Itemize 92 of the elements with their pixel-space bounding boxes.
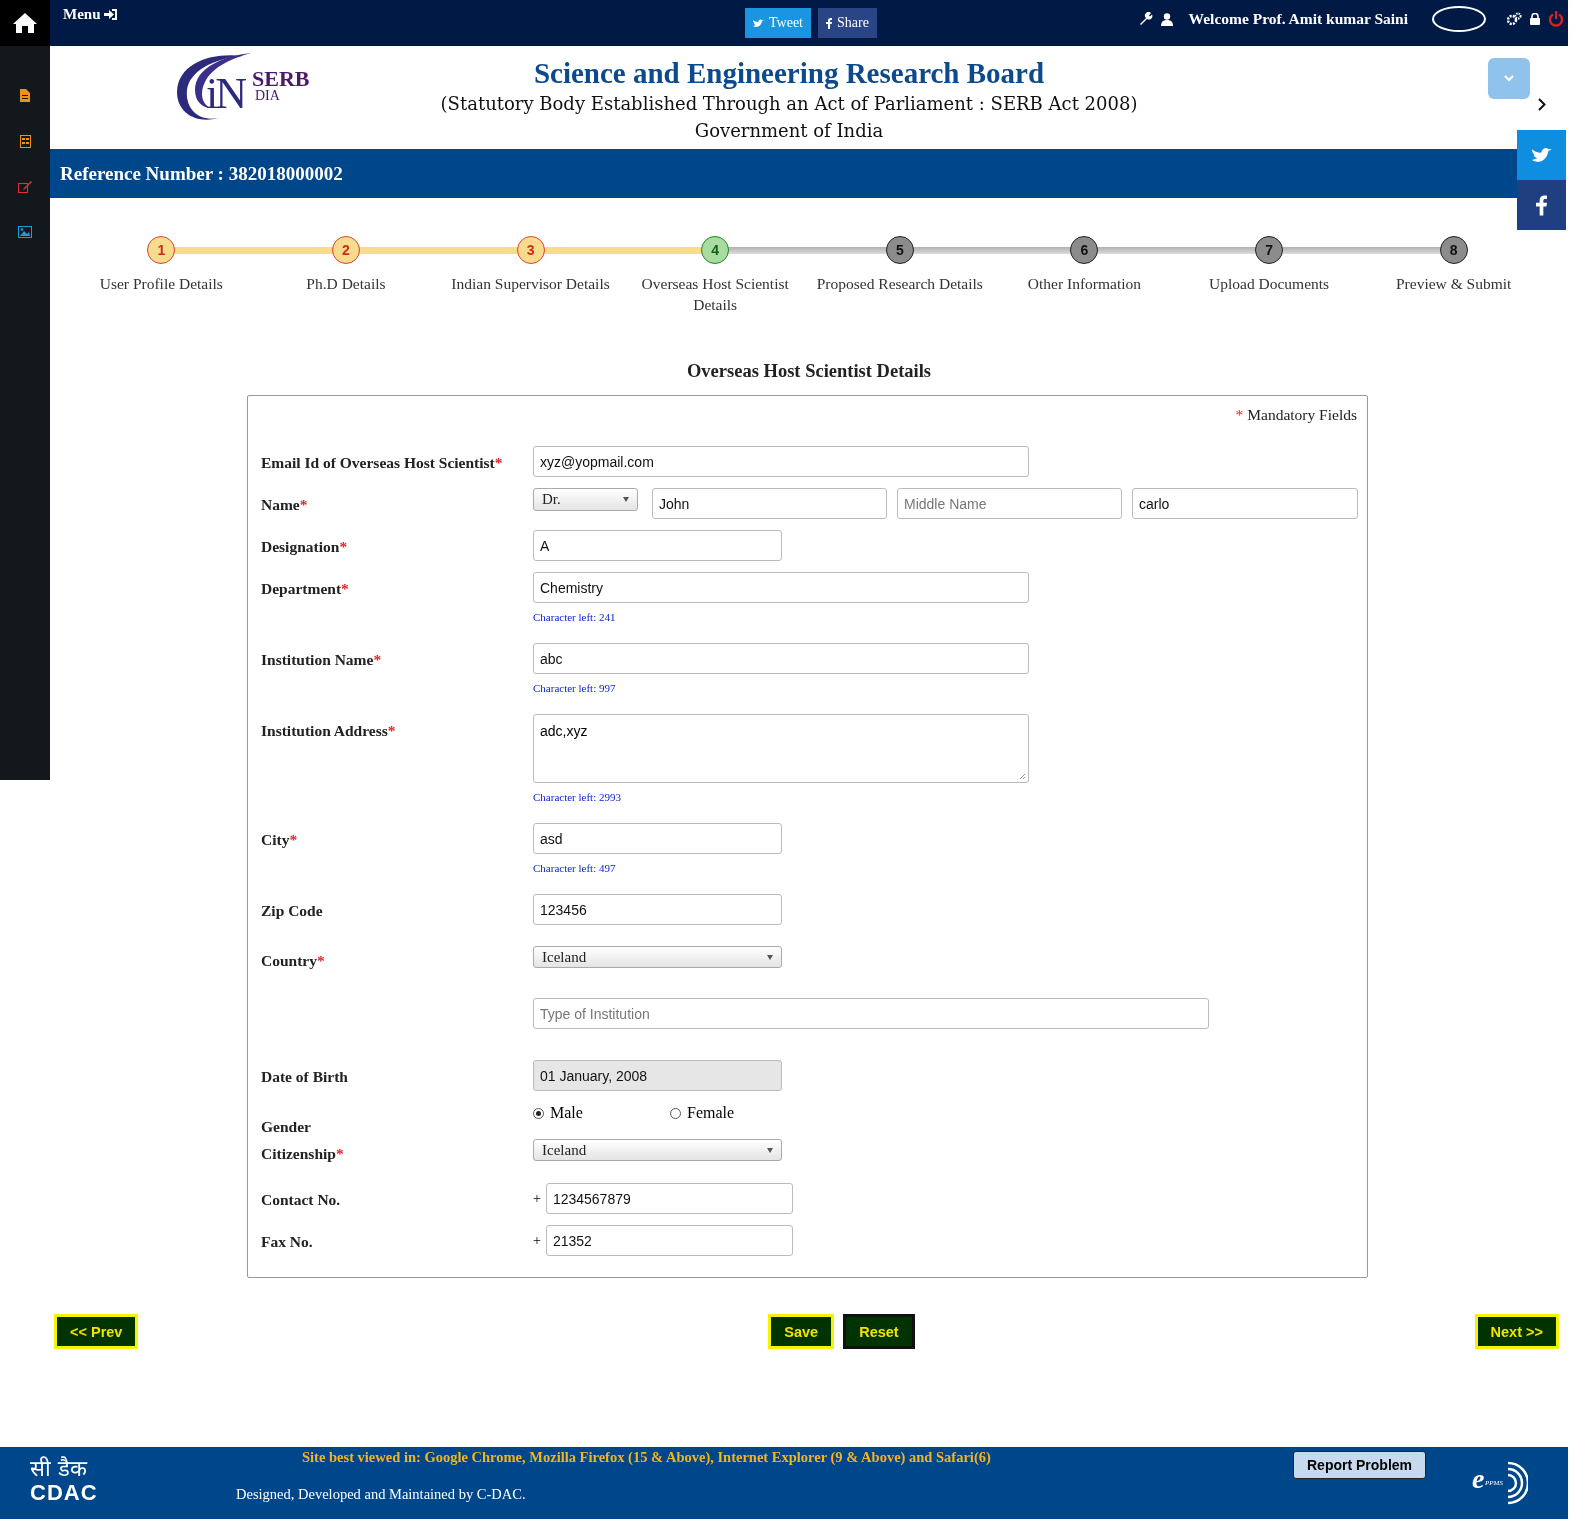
facebook-icon [826, 17, 832, 29]
next-button[interactable]: Next >> [1474, 1314, 1559, 1349]
plus-sign: + [533, 1232, 541, 1249]
user-icon[interactable] [1160, 12, 1173, 26]
step-number[interactable]: 3 [516, 236, 545, 264]
character-count: Character left: 2993 [533, 791, 622, 805]
image-icon[interactable] [18, 226, 32, 238]
chevron-right-icon[interactable] [1538, 98, 1546, 111]
power-icon[interactable] [1548, 11, 1564, 27]
text-field[interactable]: carlo [1132, 488, 1358, 519]
text-area[interactable]: adc,xyz [533, 714, 1029, 783]
field-label: Fax No. [261, 1233, 313, 1250]
field-label: Email Id of Overseas Host Scientist* [261, 454, 503, 471]
step-number[interactable]: 6 [1070, 236, 1099, 264]
government-text: Government of India [694, 119, 884, 143]
field-label: Institution Address* [261, 722, 396, 739]
cdac-logo: सी डैक CDAC [30, 1457, 99, 1505]
step-number[interactable]: 7 [1255, 236, 1284, 264]
field-label: Gender [261, 1118, 311, 1135]
form-title: Overseas Host Scientist Details [685, 361, 933, 383]
document-icon[interactable] [20, 89, 30, 102]
home-button[interactable] [0, 0, 50, 46]
step-number[interactable]: 5 [885, 236, 914, 264]
step-number[interactable]: 8 [1439, 236, 1468, 264]
text-field[interactable]: asd [533, 823, 782, 854]
dropdown-field[interactable]: Iceland [533, 946, 782, 968]
bird-icon [1531, 146, 1552, 164]
sign-in-icon [103, 9, 117, 20]
field-label: Contact No. [261, 1191, 341, 1208]
resize-handle-icon[interactable] [1019, 773, 1026, 780]
oval-outline [1432, 6, 1486, 32]
text-field[interactable]: 1234567879 [545, 1183, 793, 1214]
step-number[interactable]: 4 [701, 236, 730, 264]
text-field[interactable]: Type of Institution [533, 998, 1209, 1029]
reference-number: Reference Number : 382018000002 [60, 162, 343, 185]
text-field[interactable]: abc [533, 643, 1029, 674]
browser-note: Site best viewed in: Google Chrome, Mozilla Firefox (15 & Above), Internet Explorer (9 & Above) and Safari(6) [302, 1449, 991, 1466]
step-label[interactable]: Indian Supervisor Details [445, 273, 616, 294]
edit-icon[interactable] [18, 181, 32, 193]
dropdown-field[interactable]: Iceland [533, 1139, 782, 1161]
field-label: Name* [261, 496, 308, 513]
step-label[interactable]: Proposed Research Details [814, 273, 985, 294]
step-label[interactable]: Overseas Host Scientist Details [630, 273, 801, 315]
save-button[interactable]: Save [768, 1314, 835, 1349]
dropdown-field[interactable]: Dr. [533, 488, 638, 511]
board-subtitle: (Statutory Body Established Through an Act of Parliament : SERB Act 2008) [440, 92, 1138, 116]
text-field[interactable]: xyz@yopmail.com [533, 446, 1029, 477]
field-label: Zip Code [261, 902, 323, 919]
text-field[interactable]: A [533, 530, 782, 561]
facebook-icon [1536, 194, 1547, 216]
text-field[interactable]: 21352 [545, 1225, 793, 1256]
mandatory-note: * Mandatory Fields [1234, 406, 1357, 424]
text-field[interactable]: 123456 [533, 894, 782, 925]
facebook-button[interactable] [1517, 180, 1566, 230]
step-number[interactable]: 2 [331, 236, 360, 264]
step-label[interactable]: Other Information [999, 273, 1170, 294]
chevron-down-icon [1504, 75, 1514, 82]
step-label[interactable]: User Profile Details [76, 273, 247, 294]
lock-icon[interactable] [1530, 13, 1540, 25]
bird-icon [753, 18, 764, 28]
report-problem-button[interactable]: Report Problem [1293, 1451, 1426, 1479]
wrench-icon[interactable] [1138, 12, 1153, 26]
radio-label[interactable]: Female [687, 1104, 735, 1122]
field-label: Citizenship* [261, 1145, 344, 1162]
character-count: Character left: 997 [533, 682, 617, 696]
home-icon [12, 12, 38, 34]
credit-text: Designed, Developed and Maintained by C-DAC. [236, 1486, 527, 1503]
step-label[interactable]: Ph.D Details [260, 273, 431, 294]
radio-label[interactable]: Male [550, 1104, 583, 1122]
field-label: Designation* [261, 538, 348, 555]
step-label[interactable]: Preview & Submit [1368, 273, 1539, 294]
text-field[interactable]: John [652, 488, 887, 519]
character-count: Character left: 241 [533, 611, 617, 625]
text-field[interactable]: Chemistry [533, 572, 1029, 603]
field-label: Date of Birth [261, 1068, 348, 1085]
plus-sign: + [533, 1190, 541, 1207]
prev-button[interactable]: << Prev [54, 1314, 139, 1349]
board-title: Science and Engineering Research Board [533, 56, 1045, 90]
menu-button[interactable]: Menu [63, 6, 117, 23]
field-label: Institution Name* [261, 651, 382, 668]
field-label: Country* [261, 952, 325, 969]
table-icon[interactable] [19, 135, 31, 148]
field-label: Department* [261, 580, 349, 597]
step-number[interactable]: 1 [147, 236, 176, 264]
gears-icon[interactable] [1506, 12, 1522, 26]
character-count: Character left: 497 [533, 862, 617, 876]
reset-button[interactable]: Reset [843, 1314, 915, 1349]
welcome-text: Welcome Prof. Amit kumar Saini [1188, 10, 1408, 28]
share-button[interactable]: Share [818, 8, 877, 38]
field-label: City* [261, 831, 298, 848]
text-field[interactable]: Middle Name [897, 488, 1122, 519]
step-label[interactable]: Upload Documents [1184, 273, 1355, 294]
